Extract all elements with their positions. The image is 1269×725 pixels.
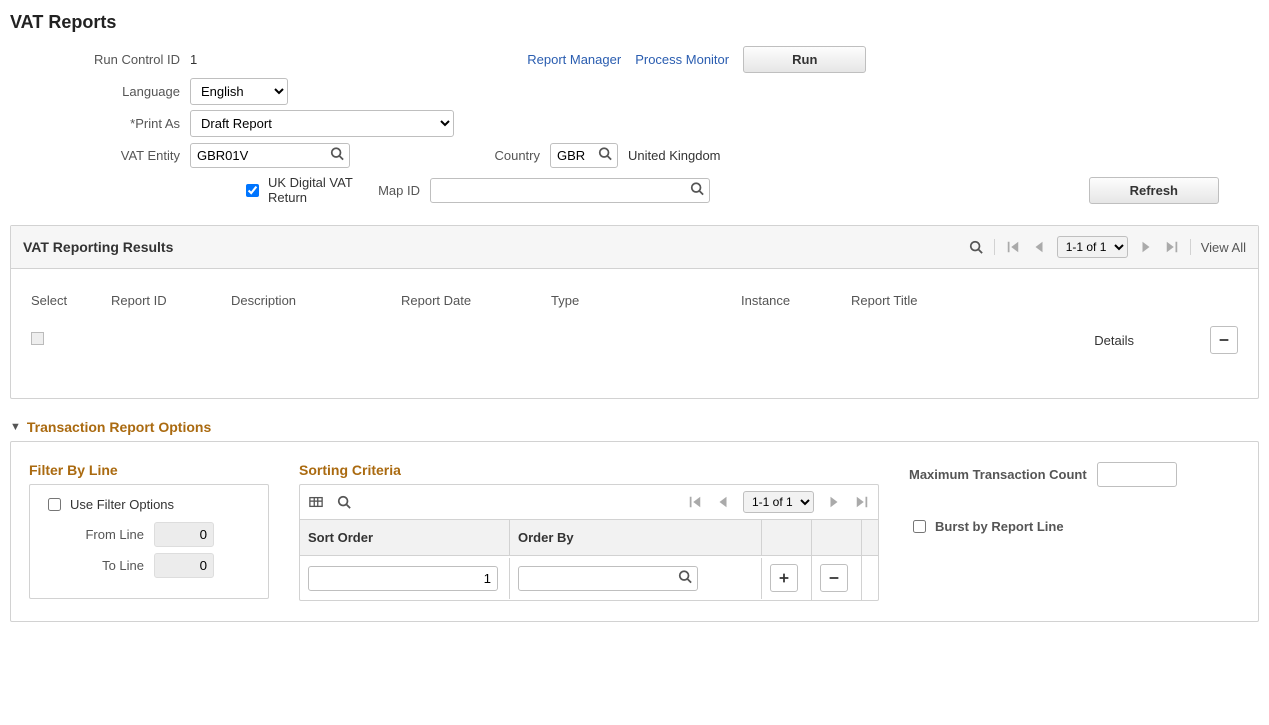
view-all-link[interactable]: View All	[1201, 240, 1246, 255]
map-id-label: Map ID	[360, 183, 430, 198]
last-page-icon[interactable]	[854, 494, 870, 510]
search-icon[interactable]	[598, 147, 612, 164]
last-page-icon[interactable]	[1164, 239, 1180, 255]
sorting-criteria-title: Sorting Criteria	[299, 462, 879, 478]
run-control-id-label: Run Control ID	[50, 52, 190, 67]
search-icon[interactable]	[968, 239, 984, 255]
col-report-title: Report Title	[845, 289, 985, 312]
uk-digital-vat-checkbox[interactable]	[246, 184, 259, 197]
separator	[1190, 239, 1191, 255]
process-monitor-link[interactable]: Process Monitor	[635, 52, 729, 67]
grid-settings-icon[interactable]	[308, 494, 324, 510]
col-report-id: Report ID	[105, 289, 225, 312]
from-line-label: From Line	[44, 527, 154, 542]
uk-digital-vat-label: UK Digital VAT Return	[268, 175, 360, 205]
table-row: Details	[25, 312, 1244, 358]
run-button[interactable]: Run	[743, 46, 866, 73]
details-link[interactable]: Details	[985, 329, 1204, 352]
order-by-input[interactable]	[518, 566, 698, 591]
language-select[interactable]: English	[190, 78, 288, 105]
refresh-button[interactable]: Refresh	[1089, 177, 1219, 204]
run-control-id-value: 1	[190, 52, 197, 67]
separator	[994, 239, 995, 255]
chevron-down-icon: ▼	[10, 421, 21, 433]
col-sort-order: Sort Order	[300, 520, 510, 555]
page-title: VAT Reports	[10, 12, 1259, 33]
search-icon[interactable]	[690, 182, 704, 199]
search-icon[interactable]	[330, 147, 344, 164]
burst-by-report-line-label: Burst by Report Line	[935, 519, 1064, 534]
vat-reporting-results-panel: VAT Reporting Results 1-1 of 1 View Al	[10, 225, 1259, 399]
search-icon[interactable]	[678, 570, 692, 587]
first-page-icon[interactable]	[1005, 239, 1021, 255]
transaction-options-title: Transaction Report Options	[27, 419, 211, 435]
max-transaction-count-label: Maximum Transaction Count	[909, 467, 1087, 482]
delete-row-button[interactable]	[820, 564, 848, 592]
col-type: Type	[545, 289, 735, 312]
print-as-label: *Print As	[50, 116, 190, 131]
language-label: Language	[50, 84, 190, 99]
filter-by-line-title: Filter By Line	[29, 462, 269, 478]
sort-order-input[interactable]	[308, 566, 498, 591]
vat-entity-label: VAT Entity	[50, 148, 190, 163]
table-row	[300, 556, 878, 600]
print-as-select[interactable]: Draft Report	[190, 110, 454, 137]
next-page-icon[interactable]	[1138, 239, 1154, 255]
delete-row-button[interactable]	[1210, 326, 1238, 354]
use-filter-options-label: Use Filter Options	[70, 497, 174, 512]
burst-by-report-line-checkbox[interactable]	[913, 520, 926, 533]
col-order-by: Order By	[510, 520, 762, 555]
results-paging-select[interactable]: 1-1 of 1	[1057, 236, 1128, 258]
vat-entity-input[interactable]	[190, 143, 350, 168]
transaction-options-panel: Filter By Line Use Filter Options From L…	[10, 441, 1259, 622]
col-description: Description	[225, 289, 395, 312]
map-id-input[interactable]	[430, 178, 710, 203]
col-instance: Instance	[735, 289, 845, 312]
to-line-label: To Line	[44, 558, 154, 573]
country-label: Country	[480, 148, 550, 163]
use-filter-options-checkbox[interactable]	[48, 498, 61, 511]
country-name: United Kingdom	[628, 148, 721, 163]
col-select: Select	[25, 289, 105, 312]
results-title: VAT Reporting Results	[23, 239, 173, 255]
transaction-options-toggle[interactable]: ▼ Transaction Report Options	[10, 419, 1259, 435]
select-checkbox-disabled	[31, 332, 44, 345]
to-line-input	[154, 553, 214, 578]
prev-page-icon[interactable]	[715, 494, 731, 510]
add-row-button[interactable]	[770, 564, 798, 592]
col-report-date: Report Date	[395, 289, 545, 312]
prev-page-icon[interactable]	[1031, 239, 1047, 255]
max-transaction-count-input[interactable]	[1097, 462, 1177, 487]
sorting-paging-select[interactable]: 1-1 of 1	[743, 491, 814, 513]
search-icon[interactable]	[336, 494, 352, 510]
report-manager-link[interactable]: Report Manager	[527, 52, 621, 67]
first-page-icon[interactable]	[687, 494, 703, 510]
next-page-icon[interactable]	[826, 494, 842, 510]
from-line-input	[154, 522, 214, 547]
